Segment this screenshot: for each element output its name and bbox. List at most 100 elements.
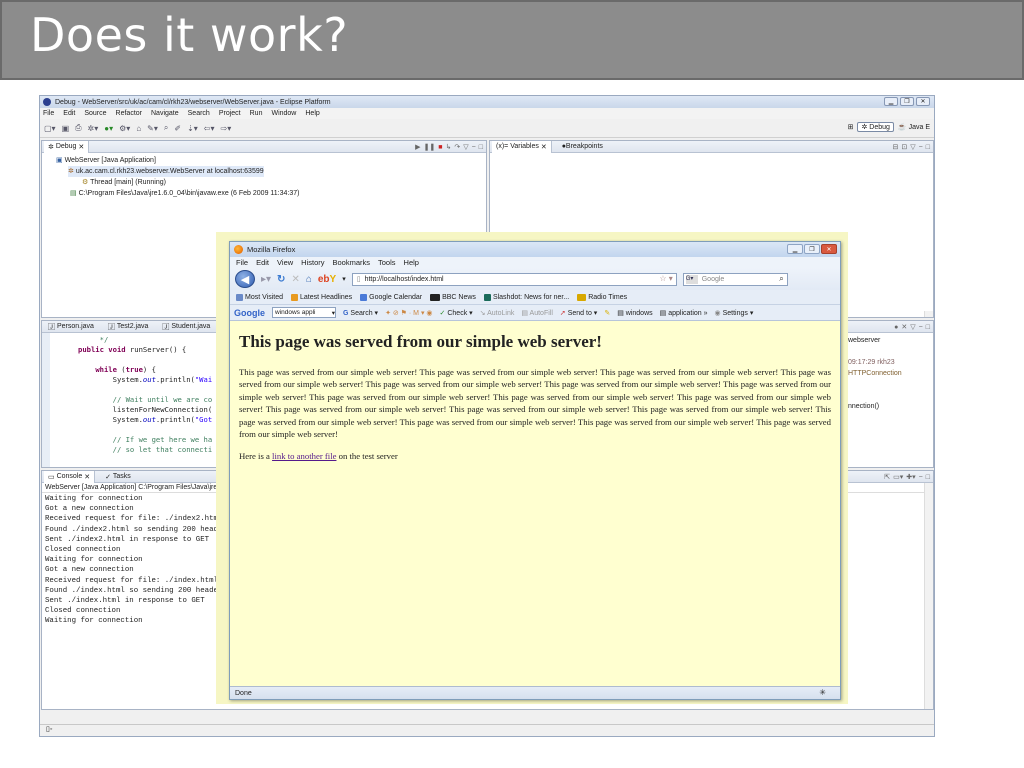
display-console-icon[interactable]: ▭▾ bbox=[893, 473, 903, 481]
bookmark-star-icon[interactable]: ☆ ▾ bbox=[659, 274, 672, 283]
console-scrollbar[interactable] bbox=[924, 483, 933, 709]
maximize-view-icon[interactable]: □ bbox=[926, 324, 930, 331]
external-tools-icon[interactable]: ⚙▾ bbox=[119, 124, 130, 133]
ff-menu-edit[interactable]: Edit bbox=[256, 258, 269, 267]
view-menu-icon[interactable]: ▽ bbox=[910, 323, 915, 331]
dropdown-icon[interactable]: ▾ bbox=[332, 309, 335, 317]
application-term-button[interactable]: ▤ application » bbox=[660, 309, 708, 317]
minimize-icon[interactable]: ▁ bbox=[787, 244, 803, 254]
save-icon[interactable]: ▣ bbox=[62, 124, 70, 133]
outline-item-method[interactable]: nnection() bbox=[848, 401, 929, 412]
menu-edit[interactable]: Edit bbox=[63, 110, 75, 117]
collapse-all-icon[interactable]: ⊡ bbox=[901, 143, 907, 151]
new-icon[interactable]: ▢▾ bbox=[44, 124, 56, 133]
google-toolbar-input[interactable]: windows appli ▾ bbox=[272, 307, 336, 318]
search-icon[interactable]: ⌕ bbox=[779, 274, 783, 284]
stop-icon[interactable]: ✕ bbox=[291, 274, 299, 285]
tree-item-thread[interactable]: ⚙ Thread [main] (Running) bbox=[46, 177, 482, 188]
menu-run[interactable]: Run bbox=[250, 110, 263, 117]
maximize-view-icon[interactable]: □ bbox=[926, 144, 930, 151]
maximize-icon[interactable]: ❐ bbox=[900, 97, 914, 106]
open-console-icon[interactable]: ✚▾ bbox=[906, 473, 915, 481]
menu-search[interactable]: Search bbox=[188, 110, 210, 117]
windows-term-button[interactable]: ▤ windows bbox=[617, 309, 652, 317]
ff-menu-bookmarks[interactable]: Bookmarks bbox=[333, 258, 371, 267]
send-to-button[interactable]: ➚ Send to ▾ bbox=[560, 309, 597, 317]
home-icon[interactable]: ⌂ bbox=[306, 274, 312, 285]
addon-icon[interactable]: ✳ bbox=[819, 688, 826, 697]
view-menu-icon[interactable]: ▽ bbox=[463, 143, 468, 151]
bookmark-most-visited[interactable]: Most Visited bbox=[236, 293, 283, 301]
maximize-icon[interactable]: ❐ bbox=[804, 244, 820, 254]
menu-help[interactable]: Help bbox=[305, 110, 319, 117]
url-bar[interactable]: ▯ http://localhost/index.html ☆ ▾ bbox=[351, 272, 677, 286]
perspective-debug[interactable]: ✲ Debug bbox=[857, 122, 894, 132]
minimize-view-icon[interactable]: − bbox=[919, 144, 923, 151]
view-menu-icon[interactable]: ▽ bbox=[910, 143, 915, 151]
pin-console-icon[interactable]: ⇱ bbox=[884, 473, 890, 481]
minimize-icon[interactable]: ▁ bbox=[884, 97, 898, 106]
hide-static-icon[interactable]: ✕ bbox=[901, 323, 907, 331]
highlight-button[interactable]: ✎ bbox=[604, 309, 610, 317]
tab-tasks[interactable]: ✓ Tasks bbox=[101, 471, 135, 483]
close-icon[interactable]: ✕ bbox=[916, 97, 930, 106]
hide-fields-icon[interactable]: ● bbox=[894, 324, 898, 331]
outline-item-package[interactable]: webserver bbox=[848, 335, 929, 346]
outline-item-date[interactable]: 09:17:29 rkh23 bbox=[848, 357, 929, 368]
tab-debug[interactable]: ✲ Debug ✕ bbox=[44, 141, 90, 153]
resume-icon[interactable]: ▶ bbox=[415, 143, 420, 151]
check-button[interactable]: ✓ Check ▾ bbox=[440, 309, 473, 317]
search-engine-icon[interactable]: G▾ bbox=[685, 274, 698, 284]
ff-menu-tools[interactable]: Tools bbox=[378, 258, 396, 267]
show-types-icon[interactable]: ⊟ bbox=[893, 143, 899, 151]
reload-icon[interactable]: ↻ bbox=[277, 274, 285, 285]
settings-button[interactable]: ◉ Settings ▾ bbox=[715, 309, 754, 317]
suspend-icon[interactable]: ❚❚ bbox=[424, 143, 436, 151]
menu-source[interactable]: Source bbox=[84, 110, 106, 117]
search-box[interactable]: G▾ Google ⌕ bbox=[682, 272, 788, 286]
bookmark-google-calendar[interactable]: Google Calendar bbox=[360, 293, 422, 301]
step-over-icon[interactable]: ↷ bbox=[454, 143, 460, 151]
back-icon[interactable]: ⇦▾ bbox=[204, 124, 215, 133]
bookmark-bbc-news[interactable]: BBC News bbox=[430, 293, 476, 301]
tab-console[interactable]: ▭ Console ✕ bbox=[44, 471, 96, 483]
menu-project[interactable]: Project bbox=[219, 110, 241, 117]
open-type-icon[interactable]: ⌂ bbox=[136, 124, 141, 133]
toolbar-extras-icon[interactable]: ✦ ⊘ ⚑ · M ▾ ◉ bbox=[385, 309, 432, 317]
tab-breakpoints[interactable]: ● Breakpoints bbox=[558, 141, 607, 153]
bookmark-radio-times[interactable]: Radio Times bbox=[577, 293, 627, 301]
open-perspective-icon[interactable]: ⊞ bbox=[848, 123, 854, 131]
annotation-icon[interactable]: ✐ bbox=[174, 124, 181, 133]
debug-icon[interactable]: ✲▾ bbox=[88, 124, 99, 133]
minimize-view-icon[interactable]: − bbox=[472, 144, 476, 151]
next-annotation-icon[interactable]: ⇣▾ bbox=[187, 124, 198, 133]
tab-variables[interactable]: (x)= Variables ✕ bbox=[492, 141, 552, 153]
autolink-button[interactable]: ↘ AutoLink bbox=[480, 309, 515, 317]
ff-menu-file[interactable]: File bbox=[236, 258, 248, 267]
forward-icon[interactable]: ⇨▾ bbox=[221, 124, 232, 133]
ebay-icon[interactable]: ebY bbox=[318, 274, 336, 285]
tree-item-launch[interactable]: ▣ WebServer [Java Application] bbox=[46, 155, 482, 166]
ff-menu-view[interactable]: View bbox=[277, 258, 293, 267]
outline-item-class[interactable]: HTTPConnection bbox=[848, 368, 929, 379]
menu-refactor[interactable]: Refactor bbox=[116, 110, 142, 117]
minimize-view-icon[interactable]: − bbox=[919, 324, 923, 331]
ff-menu-history[interactable]: History bbox=[301, 258, 324, 267]
print-icon[interactable]: ⎙ bbox=[75, 123, 81, 133]
tree-item-target[interactable]: ✲ uk.ac.cam.cl.rkh23.webserver.WebServer… bbox=[68, 166, 264, 177]
menu-navigate[interactable]: Navigate bbox=[151, 110, 179, 117]
autofill-button[interactable]: ▤ AutoFill bbox=[521, 309, 553, 317]
bookmark-slashdot[interactable]: Slashdot: News for ner... bbox=[483, 293, 569, 301]
tab-test2-java[interactable]: 🄹 Test2.java bbox=[104, 321, 152, 333]
terminate-icon[interactable]: ■ bbox=[438, 144, 442, 151]
forward-icon[interactable]: ▸▾ bbox=[261, 274, 271, 285]
menu-file[interactable]: File bbox=[43, 110, 54, 117]
tab-student-java[interactable]: 🄹 Student.java bbox=[158, 321, 214, 333]
google-search-button[interactable]: G Search ▾ bbox=[343, 309, 378, 317]
close-icon[interactable]: ✕ bbox=[821, 244, 837, 254]
minimize-view-icon[interactable]: − bbox=[919, 474, 923, 481]
maximize-view-icon[interactable]: □ bbox=[926, 474, 930, 481]
tab-person-java[interactable]: 🄹 Person.java bbox=[44, 321, 98, 333]
another-file-link[interactable]: link to another file bbox=[272, 451, 336, 461]
search-icon[interactable]: ⌕ bbox=[164, 123, 168, 133]
